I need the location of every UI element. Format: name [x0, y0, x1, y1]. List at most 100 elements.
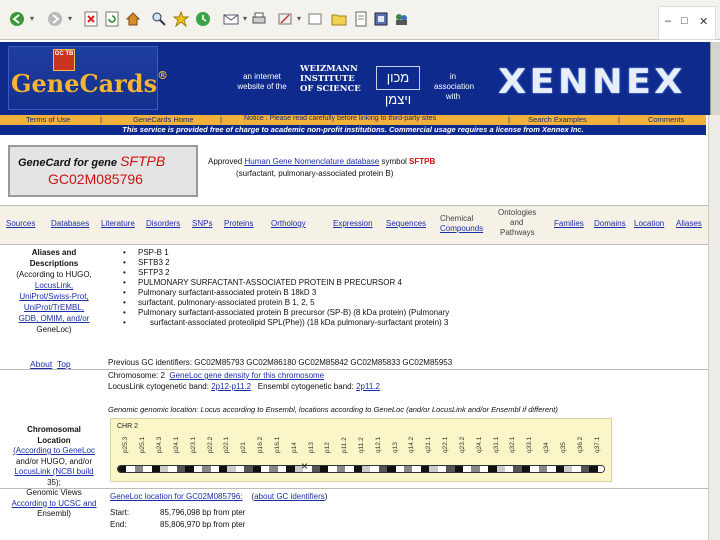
nav-domains[interactable]: Domains	[594, 219, 626, 228]
swissprot-link[interactable]: UniProt/Swiss-Prot,	[19, 292, 88, 301]
band-label: p21	[240, 442, 248, 453]
band-label: p11.2	[341, 437, 349, 453]
chromosome-band	[218, 466, 228, 472]
nav-compounds[interactable]: Compounds	[440, 224, 483, 233]
locuslink-band-link[interactable]: 2p12-p11.2	[211, 382, 251, 391]
chromosome-band	[597, 466, 604, 472]
back-icon[interactable]	[8, 10, 26, 28]
chromosome-band	[479, 466, 489, 472]
window-controls: – □ ✕	[658, 6, 716, 40]
folder-icon[interactable]	[330, 10, 348, 28]
gene-position-marker: ×	[301, 459, 309, 473]
chromosome-band	[462, 466, 472, 472]
link-separator: |	[100, 115, 102, 124]
vertical-scrollbar[interactable]	[708, 115, 720, 540]
nav-snps[interactable]: SNPs	[192, 219, 212, 228]
research-icon[interactable]	[372, 10, 390, 28]
nav-sequences[interactable]: Sequences	[386, 219, 426, 228]
genloc-line: GeneLoc location for GC02M085796: (about…	[110, 492, 328, 501]
hgnc-database-link[interactable]: Human Gene Nomenclature database	[244, 157, 379, 166]
home-icon[interactable]	[124, 10, 142, 28]
edit-icon[interactable]	[276, 10, 294, 28]
messenger-icon[interactable]	[392, 10, 410, 28]
geneloc-link[interactable]: (According to GeneLoc	[13, 446, 95, 455]
chromosome-band	[412, 466, 421, 472]
band-label: q21.1	[425, 436, 433, 453]
edit-dropdown-icon[interactable]: ▾	[294, 10, 304, 28]
ensembl-band-link[interactable]: 2p11.2	[356, 382, 380, 391]
band-label: q31.1	[492, 436, 500, 453]
chromosome-band	[437, 466, 447, 472]
banner-association-text: in association with	[434, 72, 475, 101]
top-link[interactable]: Top	[57, 359, 71, 369]
weizmann-logo[interactable]: WEIZMANN INSTITUTE OF SCIENCE	[300, 64, 361, 94]
chromosome-band	[496, 466, 506, 472]
nav-orthology[interactable]: Orthology	[271, 219, 306, 228]
chromosome-band	[134, 466, 144, 472]
favorites-star-icon[interactable]	[172, 10, 190, 28]
locuslink-link[interactable]: LocusLink,	[35, 281, 73, 290]
mail-dropdown-icon[interactable]: ▾	[240, 10, 250, 28]
minimize-button[interactable]: –	[665, 15, 671, 27]
about-gc-identifiers-link[interactable]: about GC identifiers	[254, 492, 325, 501]
chromosome-line: Chromosome: 2 GeneLoc gene density for t…	[108, 371, 325, 380]
genloc-location-link[interactable]: GeneLoc location for GC02M085796:	[110, 492, 243, 501]
notice-link[interactable]: Notice : Please read carefully before li…	[244, 115, 436, 122]
forward-dropdown-icon[interactable]: ▾	[65, 10, 75, 28]
band-label: p24.3	[156, 436, 164, 453]
site-banner: GC TB GeneCards® an internet website of …	[0, 42, 710, 115]
gene-density-link[interactable]: GeneLoc gene density for this chromosome	[169, 371, 324, 380]
nav-disorders[interactable]: Disorders	[146, 219, 180, 228]
search-examples-link[interactable]: Search Examples	[528, 115, 587, 124]
chromosome-band	[143, 466, 152, 472]
nav-chemical[interactable]: Chemical	[440, 214, 473, 223]
nav-pathways[interactable]: Pathways	[500, 228, 535, 237]
maximize-button[interactable]: □	[681, 15, 688, 27]
xennex-logo[interactable]: XENNEX	[498, 62, 686, 102]
ncbi-link[interactable]: LocusLink (NCBI build	[14, 467, 93, 476]
page-edge	[710, 42, 720, 115]
trembl-link[interactable]: UniProt/TrEMBL,	[24, 303, 84, 312]
back-dropdown-icon[interactable]: ▾	[27, 10, 37, 28]
page-icon[interactable]	[352, 10, 370, 28]
nav-databases[interactable]: Databases	[51, 219, 89, 228]
divider	[0, 488, 710, 489]
discuss-icon[interactable]	[306, 10, 324, 28]
genecards-home-link[interactable]: GeneCards Home	[133, 115, 193, 124]
chromosome-band	[454, 466, 463, 472]
nav-expression[interactable]: Expression	[333, 219, 373, 228]
chromosome-band	[538, 466, 548, 472]
band-label: q14.2	[408, 436, 416, 453]
weizmann-hebrew-logo: מכון ויצמן	[376, 66, 420, 107]
band-label: q24.1	[475, 436, 483, 453]
nav-sources[interactable]: Sources	[6, 219, 35, 228]
chromosome-band	[572, 466, 581, 472]
refresh-icon[interactable]	[103, 10, 121, 28]
terms-of-use-link[interactable]: Terms of Use	[26, 115, 70, 124]
band-label: p14	[290, 442, 298, 453]
nav-aliases[interactable]: Aliases	[676, 219, 702, 228]
nav-families[interactable]: Families	[554, 219, 584, 228]
search-icon[interactable]	[150, 10, 168, 28]
ucsc-link[interactable]: According to UCSC and	[12, 499, 97, 508]
gdb-omim-link[interactable]: GDB, OMIM, and/or	[19, 314, 90, 323]
nav-location[interactable]: Location	[634, 219, 664, 228]
chromosome-band	[471, 466, 480, 472]
nav-literature[interactable]: Literature	[101, 219, 135, 228]
comments-link[interactable]: Comments	[648, 115, 684, 124]
about-link[interactable]: About	[30, 359, 52, 369]
print-icon[interactable]	[250, 10, 268, 28]
nav-ontologies[interactable]: Ontologies	[498, 208, 536, 217]
nav-and[interactable]: and	[510, 218, 523, 227]
close-button[interactable]: ✕	[699, 15, 708, 28]
mail-icon[interactable]	[222, 10, 240, 28]
history-icon[interactable]	[194, 10, 212, 28]
band-label: p25.3	[122, 436, 130, 453]
chromosome-band	[521, 466, 531, 472]
nav-proteins[interactable]: Proteins	[224, 219, 253, 228]
stop-icon[interactable]	[82, 10, 100, 28]
chromosome-ideogram[interactable]: CHR 2 p25.3 p25.1 p24.3 p24.1 p23.1 p22.2 p22.…	[110, 418, 612, 482]
chromosome-band	[589, 466, 598, 472]
forward-icon[interactable]	[46, 10, 64, 28]
genecards-logo[interactable]: GC TB GeneCards®	[8, 46, 168, 110]
